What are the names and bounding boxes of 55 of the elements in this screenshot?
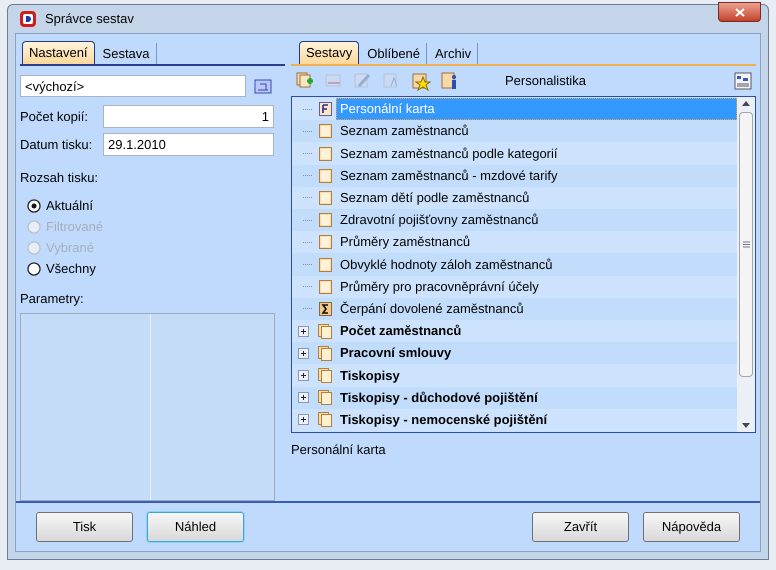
documents-icon: [318, 346, 332, 361]
form-icon: [318, 102, 332, 116]
view-options-icon[interactable]: [734, 72, 752, 90]
folder-icon[interactable]: [254, 78, 272, 94]
scroll-thumb[interactable]: [739, 112, 753, 377]
star-icon[interactable]: [411, 71, 431, 91]
field-label: Počet kopií:: [20, 108, 89, 126]
document-icon: [318, 258, 332, 272]
document-icon: [318, 213, 332, 228]
section-label: Rozsah tisku:: [20, 169, 100, 187]
documents-icon: [318, 368, 332, 384]
expand-icon[interactable]: [298, 392, 309, 404]
document-icon: [318, 146, 332, 160]
close-button[interactable]: [718, 2, 761, 22]
tab[interactable]: Sestava: [96, 43, 157, 64]
report-description: Personální karta: [291, 441, 387, 459]
date-field[interactable]: 29.1.2010: [103, 133, 274, 156]
dialog-button[interactable]: Náhled: [147, 512, 244, 542]
tab[interactable]: Oblíbené: [361, 43, 428, 64]
documents-icon: [318, 390, 332, 406]
tab[interactable]: Nastavení: [22, 41, 95, 64]
radio-button[interactable]: [27, 199, 41, 213]
expand-icon[interactable]: [298, 348, 309, 359]
document-icon: [318, 190, 332, 205]
document-icon: [318, 168, 332, 183]
tab[interactable]: Sestavy: [299, 41, 360, 64]
section-label: Parametry:: [20, 290, 85, 308]
close-icon: [734, 8, 744, 16]
radio-label[interactable]: Všechny: [46, 259, 96, 279]
expand-icon[interactable]: [298, 370, 309, 382]
category-label: Personalistika: [505, 72, 587, 90]
documents-icon: [318, 412, 332, 428]
scroll-down-icon[interactable]: [742, 423, 750, 428]
scroll-up-icon[interactable]: [742, 101, 750, 106]
field-label: Datum tisku:: [20, 136, 94, 154]
tab[interactable]: Archiv: [429, 43, 478, 64]
app-logo-icon: [19, 10, 37, 28]
radio-button[interactable]: [27, 262, 41, 276]
sigma-icon: [318, 302, 332, 316]
window-title: Správce sestav: [45, 10, 135, 28]
grip-icon: [742, 241, 750, 248]
template-field[interactable]: <výchozí>: [20, 75, 246, 97]
copies-field[interactable]: 1: [103, 105, 274, 128]
radio-label[interactable]: Aktuální: [46, 196, 93, 216]
dialog-button[interactable]: Zavřít: [532, 512, 629, 542]
document-icon: [318, 124, 332, 138]
documents-icon: [318, 324, 332, 339]
dialog-button[interactable]: Tisk: [36, 512, 133, 542]
dialog-button[interactable]: Nápověda: [643, 512, 740, 542]
expand-icon[interactable]: [298, 414, 309, 426]
scrollbar[interactable]: [737, 97, 755, 432]
expand-icon[interactable]: [298, 326, 309, 337]
document-icon: [318, 280, 332, 294]
document-icon: [318, 235, 332, 250]
tree-item[interactable]: Tiskopisy: [336, 364, 404, 387]
